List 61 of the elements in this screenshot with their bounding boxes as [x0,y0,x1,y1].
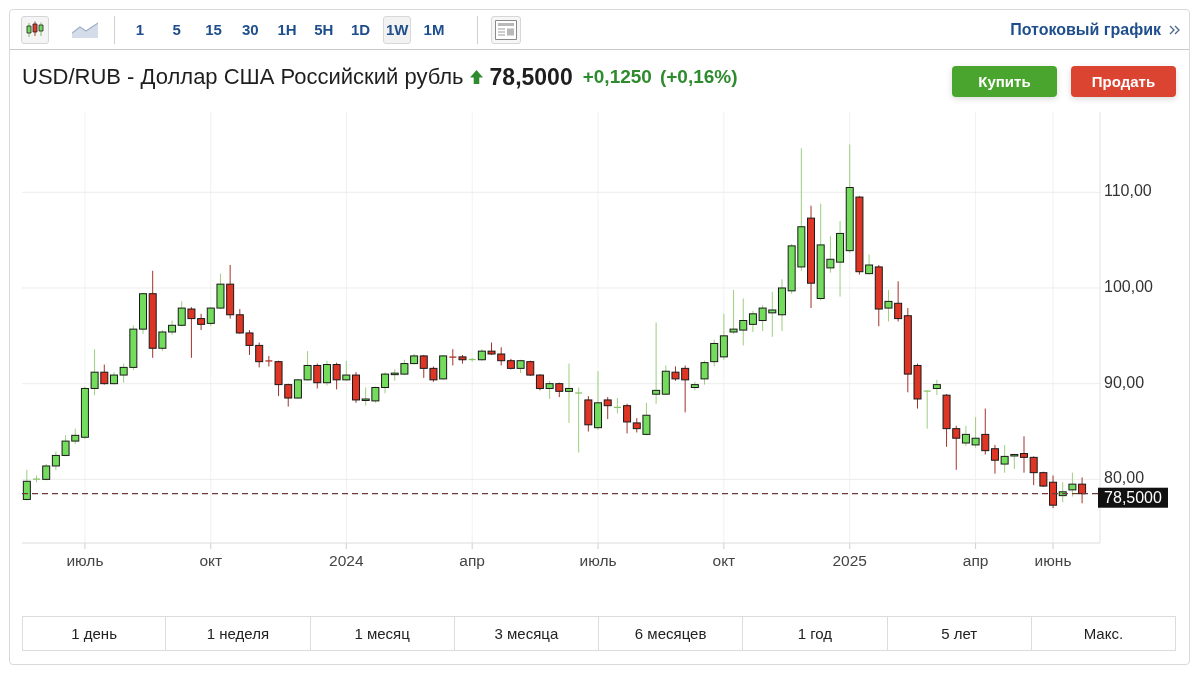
range-button[interactable]: 1 день [22,616,167,651]
candle [729,289,738,335]
interval-button[interactable]: 1D [346,15,375,44]
interval-button[interactable]: 15 [199,15,228,44]
layout-button[interactable] [490,15,521,44]
document-icon [494,19,517,40]
chart-type-button[interactable] [21,15,49,44]
interval-button[interactable]: 5H [309,15,338,44]
x-axis-label: окт [712,552,736,569]
candle [51,451,60,471]
range-button[interactable]: 6 месяцев [598,616,744,651]
candle [245,329,254,356]
x-axis-label: 2025 [832,552,867,569]
x-axis-label: апр [962,552,989,569]
range-button[interactable]: 1 неделя [165,616,311,651]
range-button[interactable]: 5 лет [886,616,1032,651]
interval-button[interactable]: 1 [126,15,154,44]
ref-line-label: 78,5000 [1104,489,1163,507]
interval-button[interactable]: 1W [383,15,412,44]
range-button[interactable]: 1 год [742,616,888,651]
range-button[interactable]: 1 месяц [309,616,455,651]
interval-button[interactable]: 30 [236,15,265,44]
y-axis-label: 110,00 [1104,182,1152,200]
range-button[interactable]: Макс. [1030,616,1176,651]
double-chevron-icon [1169,24,1180,35]
price-change-percent: (+0,16%) [659,66,738,88]
candle [777,278,786,332]
streaming-chart-link[interactable]: Потоковый график [1010,20,1180,39]
candle [545,380,554,400]
x-axis-label: 2024 [329,552,364,569]
x-axis-label: июль [66,552,104,569]
instrument-title: USD/RUB - Доллар США Российский рубль [22,64,464,90]
candle [371,386,380,404]
candle [516,359,525,374]
candle [322,360,331,387]
price-change: +0,1250 [582,66,652,88]
candle [487,342,496,356]
candle [61,434,70,457]
area-chart-icon [72,21,98,38]
candle [332,362,341,390]
interval-button[interactable]: 1M [420,15,448,44]
candle [1068,472,1077,498]
interval-button[interactable]: 1H [273,15,301,44]
x-axis-label: июль [579,552,617,569]
candle [400,359,409,376]
candlestick-icon [25,20,45,39]
interval-button[interactable]: 5 [162,15,191,44]
candle [535,373,544,391]
y-axis-label: 90,00 [1104,373,1145,391]
candle [526,360,535,377]
candle [313,363,322,389]
sell-button[interactable]: Продать [1071,66,1176,97]
range-button[interactable]: 3 месяца [453,616,599,651]
candle [1078,476,1087,504]
x-axis-label: апр [459,552,485,569]
y-axis-label: 80,00 [1104,469,1145,487]
price-tag: 78,5000 [1098,487,1168,508]
x-axis-label: окт [199,552,223,569]
x-axis-label: июнь [1034,552,1072,569]
y-axis-label: 100,00 [1104,278,1153,295]
last-price: 78,5000 [489,63,573,91]
